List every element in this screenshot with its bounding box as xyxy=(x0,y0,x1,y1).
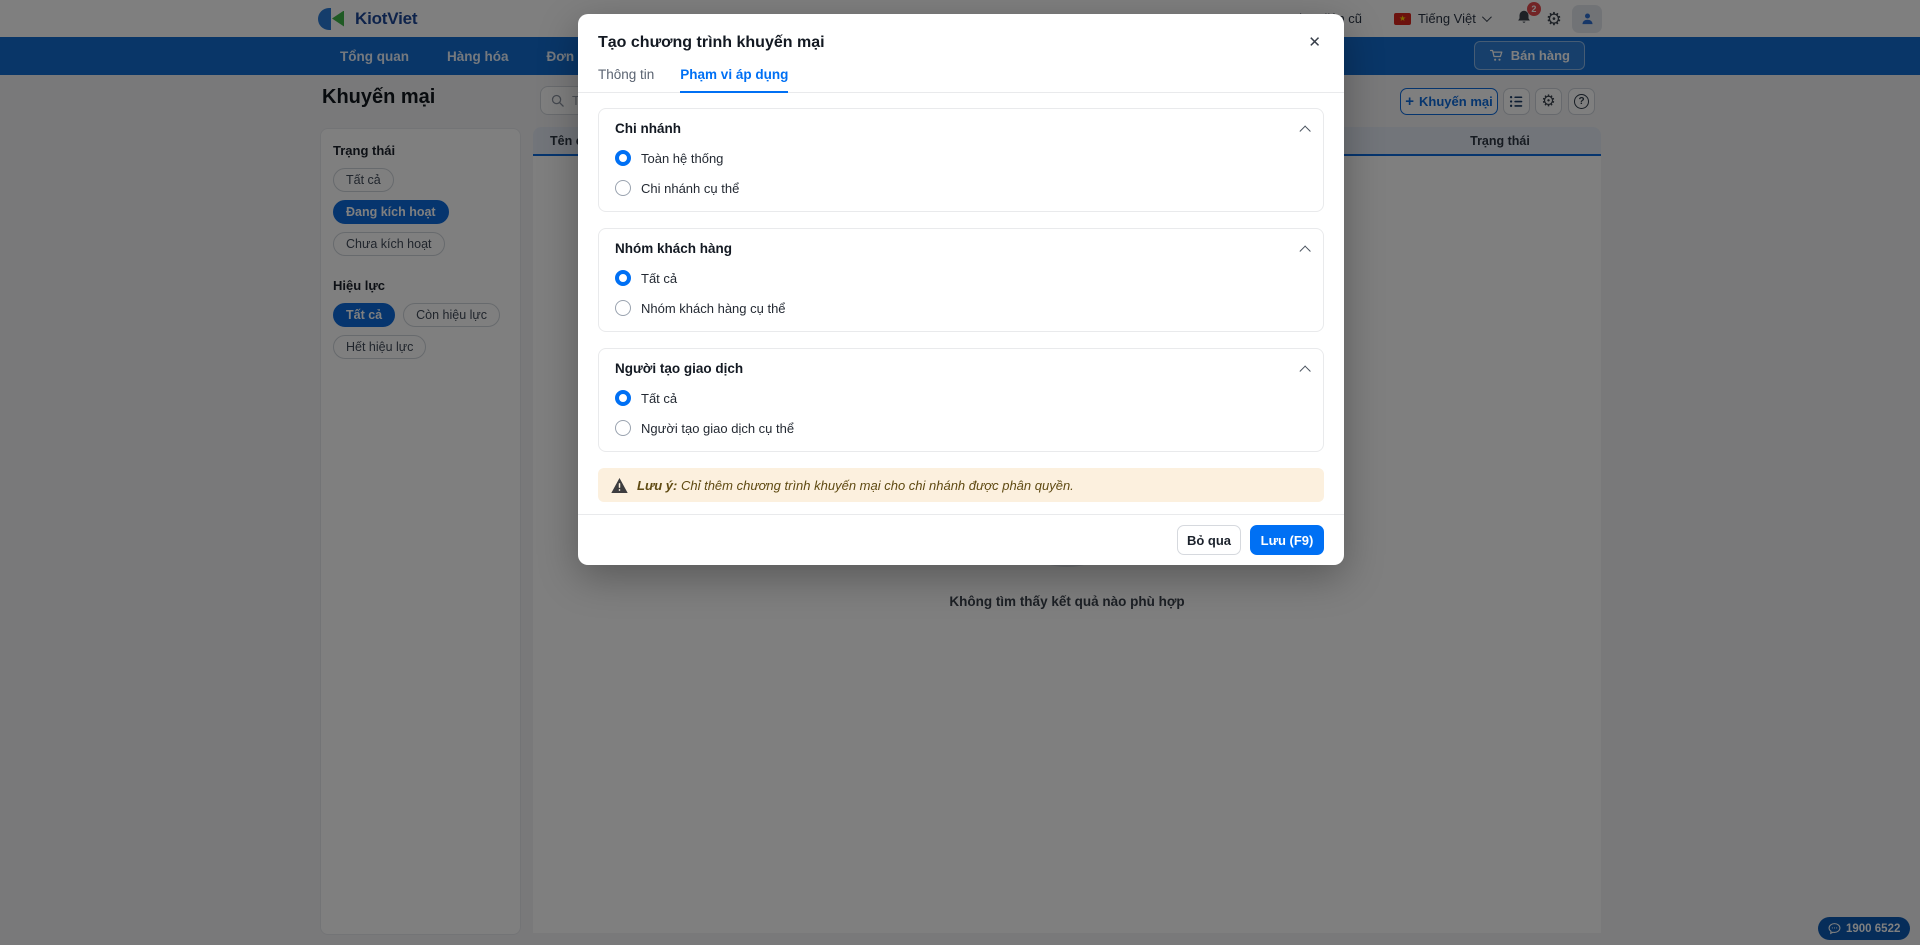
radio-unselected-icon xyxy=(615,300,631,316)
section-transaction-creator-title: Người tạo giao dịch xyxy=(615,361,744,376)
collapse-chevron-icon[interactable] xyxy=(1299,124,1311,137)
section-branch: Chi nhánh Toàn hệ thống Chi nhánh cụ thể xyxy=(598,108,1324,212)
warning-message: Chỉ thêm chương trình khuyến mại cho chi… xyxy=(680,477,1074,493)
tab-thong-tin[interactable]: Thông tin xyxy=(598,67,654,92)
collapse-chevron-icon[interactable] xyxy=(1299,364,1311,377)
warning-prefix: Lưu ý: xyxy=(637,477,678,493)
radio-option-specific-branch[interactable]: Chi nhánh cụ thể xyxy=(615,180,1307,196)
radio-option-all-creators[interactable]: Tất cả xyxy=(615,390,1307,406)
modal-title: Tạo chương trình khuyến mại xyxy=(598,34,825,51)
kiotviet-app: KiotViet Giao diện cũ ★ Tiếng Việt 2 ⚙ xyxy=(0,0,1920,945)
radio-unselected-icon xyxy=(615,420,631,436)
radio-option-whole-system[interactable]: Toàn hệ thống xyxy=(615,150,1307,166)
radio-option-specific-customer-group[interactable]: Nhóm khách hàng cụ thể xyxy=(615,300,1307,316)
close-icon[interactable]: ✕ xyxy=(1305,32,1324,53)
tab-pham-vi-ap-dung[interactable]: Phạm vi áp dụng xyxy=(680,67,789,93)
radio-option-specific-creator[interactable]: Người tạo giao dịch cụ thể xyxy=(615,420,1307,436)
radio-unselected-icon xyxy=(615,180,631,196)
section-customer-group-title: Nhóm khách hàng xyxy=(615,241,733,256)
collapse-chevron-icon[interactable] xyxy=(1299,244,1311,257)
radio-selected-icon xyxy=(615,150,631,166)
cancel-button[interactable]: Bỏ qua xyxy=(1177,525,1241,555)
warning-triangle-icon xyxy=(611,477,628,493)
section-branch-title: Chi nhánh xyxy=(615,121,681,136)
radio-option-all-customers[interactable]: Tất cả xyxy=(615,270,1307,286)
section-customer-group: Nhóm khách hàng Tất cả Nhóm khách hàng c… xyxy=(598,228,1324,332)
modal-tabs: Thông tin Phạm vi áp dụng xyxy=(578,67,1344,93)
save-button[interactable]: Lưu (F9) xyxy=(1250,525,1324,555)
radio-selected-icon xyxy=(615,270,631,286)
section-transaction-creator: Người tạo giao dịch Tất cả Người tạo gia… xyxy=(598,348,1324,452)
radio-selected-icon xyxy=(615,390,631,406)
warning-banner: Lưu ý: Chỉ thêm chương trình khuyến mại … xyxy=(598,468,1324,502)
create-promotion-modal: Tạo chương trình khuyến mại ✕ Thông tin … xyxy=(578,14,1344,565)
